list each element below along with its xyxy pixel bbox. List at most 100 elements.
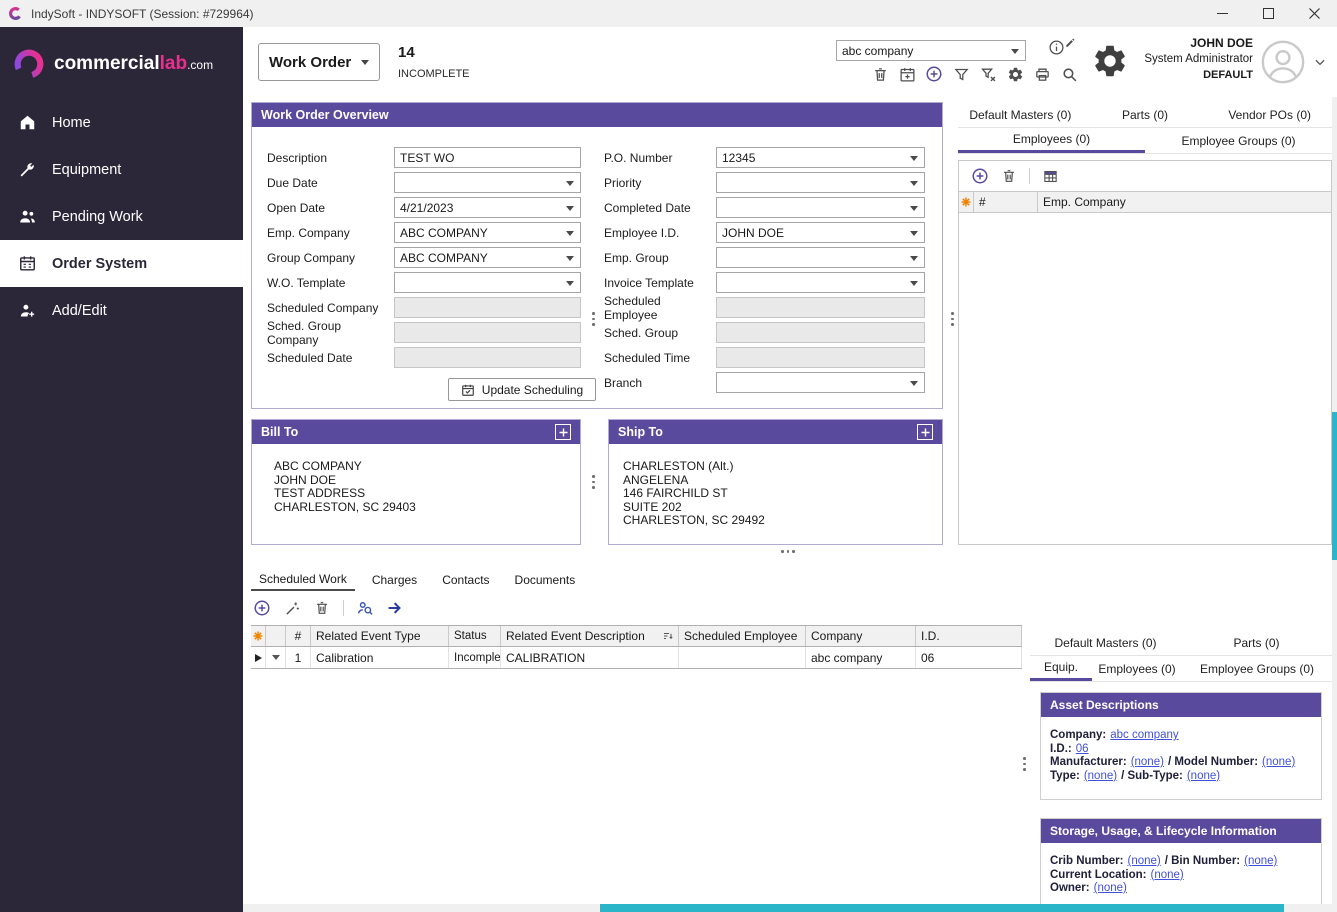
crib-number-link[interactable]: (none) xyxy=(1127,855,1160,869)
minimize-button[interactable] xyxy=(1199,0,1245,27)
wand-icon[interactable] xyxy=(283,599,301,617)
sidebar-item-add-edit[interactable]: Add/Edit xyxy=(0,287,243,334)
splitter-handle[interactable] xyxy=(1023,757,1026,771)
process-arrow-icon[interactable] xyxy=(386,599,404,617)
add-ship-to-button[interactable] xyxy=(917,424,933,440)
masters-tabs-row-2: Employees (0) Employee Groups (0) xyxy=(958,128,1332,154)
module-selector[interactable]: Work Order xyxy=(258,43,380,81)
description-input[interactable]: TEST WO xyxy=(394,147,581,168)
due-date-combo[interactable] xyxy=(394,172,581,193)
delete-employee-icon[interactable] xyxy=(1000,167,1018,185)
bin-number-link[interactable]: (none) xyxy=(1244,855,1277,869)
open-date-combo[interactable]: 4/21/2023 xyxy=(394,197,581,218)
completed-date-combo[interactable] xyxy=(716,197,925,218)
tab-employee-groups[interactable]: Employee Groups (0) xyxy=(1145,128,1332,153)
update-scheduling-button[interactable]: Update Scheduling xyxy=(448,378,596,401)
model-number-link[interactable]: (none) xyxy=(1262,756,1295,770)
manufacturer-link[interactable]: (none) xyxy=(1131,756,1164,770)
column-header-scheduled-employee[interactable]: Scheduled Employee xyxy=(679,626,806,646)
vertical-scrollbar[interactable] xyxy=(1332,97,1337,904)
tab-parts-bottom[interactable]: Parts (0) xyxy=(1181,630,1332,655)
company-filter-combo[interactable]: abc company xyxy=(836,40,1026,61)
calendar-add-icon[interactable] xyxy=(898,65,916,83)
emp-company-combo[interactable]: ABC COMPANY xyxy=(394,222,581,243)
filter-clear-icon[interactable] xyxy=(979,65,997,83)
splitter-handle[interactable] xyxy=(592,475,595,489)
tab-employees[interactable]: Employees (0) xyxy=(958,128,1145,153)
row-expander-icon[interactable] xyxy=(266,647,286,668)
column-header-emp-company[interactable]: Emp. Company xyxy=(1038,192,1331,212)
column-header-company[interactable]: Company xyxy=(806,626,916,646)
field-value: 4/21/2023 xyxy=(400,201,453,215)
group-company-combo[interactable]: ABC COMPANY xyxy=(394,247,581,268)
print-icon[interactable] xyxy=(1033,65,1051,83)
horizontal-scrollbar[interactable] xyxy=(243,904,1337,912)
tab-equip[interactable]: Equip. xyxy=(1030,656,1092,681)
work-tabs: Scheduled Work Charges Contacts Document… xyxy=(251,568,583,591)
tab-parts[interactable]: Parts (0) xyxy=(1083,102,1208,127)
window-title: IndySoft - INDYSOFT (Session: #729964) xyxy=(31,7,254,21)
user-menu-chevron-icon[interactable] xyxy=(1313,55,1327,69)
column-header-number[interactable]: # xyxy=(286,626,311,646)
field-label: Completed Date xyxy=(604,201,716,215)
grid-view-icon[interactable] xyxy=(1041,167,1059,185)
horizontal-scrollbar-thumb[interactable] xyxy=(600,904,1284,912)
add-record-icon[interactable] xyxy=(925,65,943,83)
subtype-link[interactable]: (none) xyxy=(1187,770,1220,784)
emp-group-combo[interactable] xyxy=(716,247,925,268)
record-status: INCOMPLETE xyxy=(398,68,470,80)
company-link[interactable]: abc company xyxy=(1110,729,1178,743)
sidebar-item-order-system[interactable]: Order System xyxy=(0,240,243,287)
priority-combo[interactable] xyxy=(716,172,925,193)
splitter-handle[interactable] xyxy=(781,550,795,553)
employees-grid-body[interactable] xyxy=(959,213,1331,544)
tab-documents[interactable]: Documents xyxy=(507,568,584,591)
tab-employee-groups-bottom[interactable]: Employee Groups (0) xyxy=(1182,656,1332,681)
employee-id-combo[interactable]: JOHN DOE xyxy=(716,222,925,243)
owner-link[interactable]: (none) xyxy=(1094,882,1127,896)
column-header-related-event-type[interactable]: Related Event Type xyxy=(311,626,449,646)
sidebar-item-equipment[interactable]: Equipment xyxy=(0,146,243,193)
add-bill-to-button[interactable] xyxy=(555,424,571,440)
form-row: Open Date 4/21/2023 xyxy=(267,195,604,220)
filter-icon[interactable] xyxy=(952,65,970,83)
sidebar-item-pending-work[interactable]: Pending Work xyxy=(0,193,243,240)
po-number-combo[interactable]: 12345 xyxy=(716,147,925,168)
employee-search-icon[interactable] xyxy=(356,599,374,617)
avatar[interactable] xyxy=(1261,40,1305,84)
column-header-number[interactable]: # xyxy=(974,192,1038,212)
invoice-template-combo[interactable] xyxy=(716,272,925,293)
id-link[interactable]: 06 xyxy=(1076,743,1089,757)
sidebar-item-home[interactable]: Home xyxy=(0,99,243,146)
address-line: SUITE 202 xyxy=(623,501,936,515)
branch-combo[interactable] xyxy=(716,372,925,393)
tab-default-masters-bottom[interactable]: Default Masters (0) xyxy=(1030,630,1181,655)
splitter-handle[interactable] xyxy=(951,312,954,326)
type-link[interactable]: (none) xyxy=(1084,770,1117,784)
add-scheduled-work-icon[interactable] xyxy=(253,599,271,617)
vertical-scrollbar-thumb[interactable] xyxy=(1332,412,1337,560)
delete-icon[interactable] xyxy=(871,65,889,83)
column-header-status[interactable]: Status xyxy=(449,626,501,646)
table-row[interactable]: 1 Calibration Incomple CALIBRATION abc c… xyxy=(251,647,1022,669)
tab-charges[interactable]: Charges xyxy=(364,568,425,591)
form-row: Description TEST WO xyxy=(267,145,604,170)
column-header-id[interactable]: I.D. xyxy=(916,626,1022,646)
tab-contacts[interactable]: Contacts xyxy=(434,568,497,591)
current-location-link[interactable]: (none) xyxy=(1150,869,1183,883)
wo-template-combo[interactable] xyxy=(394,272,581,293)
field-label: Company: xyxy=(1050,729,1106,743)
info-icon[interactable] xyxy=(1047,38,1065,56)
add-employee-icon[interactable] xyxy=(971,167,989,185)
tab-default-masters[interactable]: Default Masters (0) xyxy=(958,102,1083,127)
close-button[interactable] xyxy=(1291,0,1337,27)
maximize-button[interactable] xyxy=(1245,0,1291,27)
tab-employees-bottom[interactable]: Employees (0) xyxy=(1092,656,1182,681)
scheduled-date-field xyxy=(394,347,581,368)
delete-scheduled-work-icon[interactable] xyxy=(313,599,331,617)
splitter-handle[interactable] xyxy=(592,312,595,326)
tab-scheduled-work[interactable]: Scheduled Work xyxy=(251,568,355,591)
settings-small-icon[interactable] xyxy=(1006,65,1024,83)
column-header-related-event-description[interactable]: Related Event Description xyxy=(501,626,679,646)
tab-vendor-pos[interactable]: Vendor POs (0) xyxy=(1207,102,1332,127)
